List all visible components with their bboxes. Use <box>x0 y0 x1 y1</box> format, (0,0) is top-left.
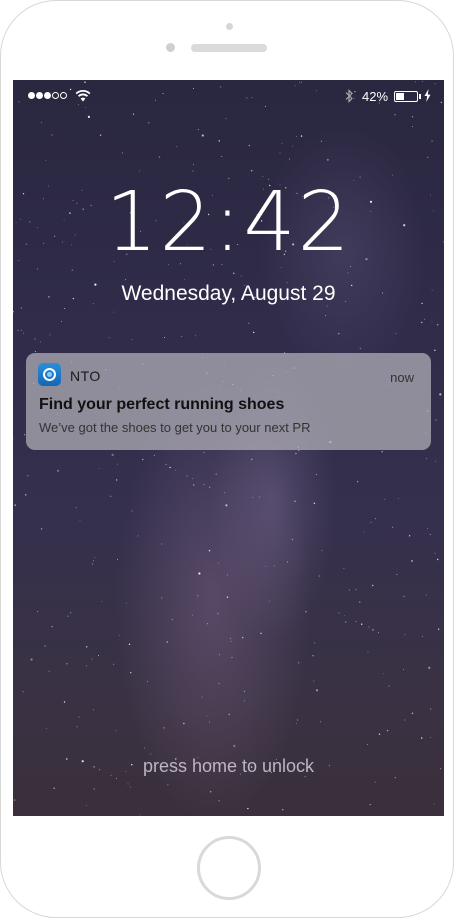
push-notification[interactable]: NTO now Find your perfect running shoes … <box>26 353 431 450</box>
wifi-icon <box>75 89 91 102</box>
signal-dot <box>44 92 51 99</box>
earpiece-speaker <box>191 44 267 52</box>
signal-dot <box>60 92 67 99</box>
notification-body: We’ve got the shoes to get you to your n… <box>39 420 311 435</box>
notification-time: now <box>390 370 414 385</box>
signal-dot <box>52 92 59 99</box>
battery-percentage: 42% <box>362 89 389 104</box>
bolt-icon <box>424 89 431 102</box>
battery-level <box>396 93 405 100</box>
signal-strength-icon <box>28 92 67 99</box>
home-button[interactable] <box>197 836 261 900</box>
front-camera <box>166 43 175 52</box>
notification-title: Find your perfect running shoes <box>39 396 285 413</box>
lock-screen-date: Wednesday, August 29 <box>121 282 336 305</box>
battery-icon <box>394 91 418 102</box>
phone-frame: 42% 12:42 Wednesday, August 29 NTO now F… <box>0 0 454 918</box>
proximity-sensor <box>226 23 233 30</box>
battery-cap <box>419 94 421 99</box>
lock-screen-time: 12:42 <box>105 175 352 270</box>
notification-app-name: NTO <box>70 368 101 384</box>
signal-dot <box>28 92 35 99</box>
status-bar: 42% <box>13 80 444 114</box>
signal-dot <box>36 92 43 99</box>
unlock-hint: press home to unlock <box>142 756 315 776</box>
lock-screen[interactable]: 42% 12:42 Wednesday, August 29 NTO now F… <box>13 80 444 816</box>
nto-app-icon <box>38 363 61 386</box>
bluetooth-icon <box>345 89 353 103</box>
